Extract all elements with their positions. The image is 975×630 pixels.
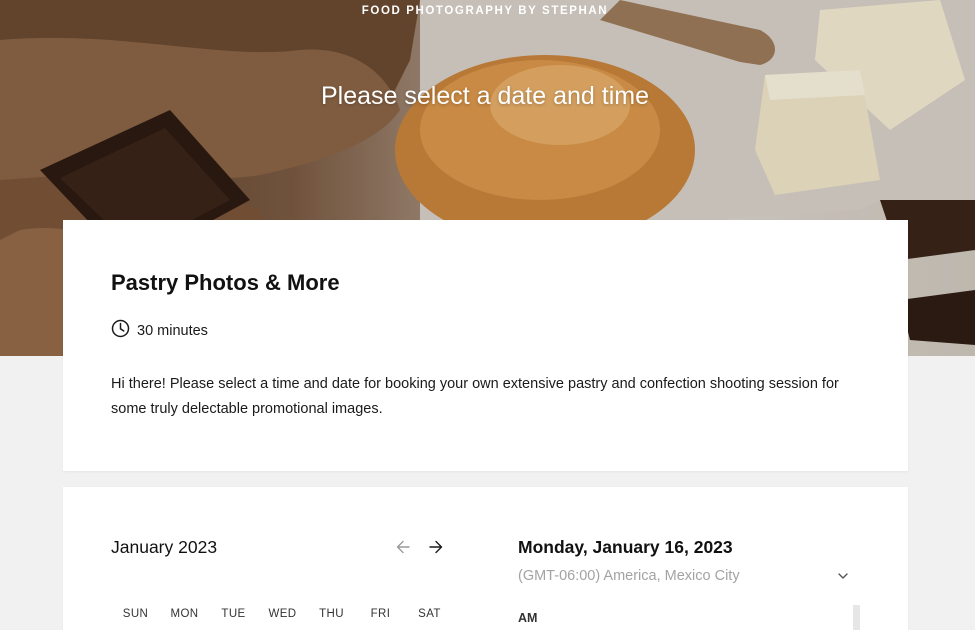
weekday-sun: SUN <box>122 608 149 620</box>
next-month-button[interactable] <box>423 535 449 559</box>
am-period-label: AM <box>518 611 538 625</box>
selected-date-heading: Monday, January 16, 2023 <box>518 537 733 557</box>
weekday-mon: MON <box>170 608 199 620</box>
service-description: Hi there! Please select a time and date … <box>111 376 839 417</box>
month-label: January 2023 <box>111 537 218 557</box>
arrow-right-icon <box>429 540 443 554</box>
weekday-thu: THU <box>319 608 344 620</box>
duration-row: 30 minutes <box>111 319 208 343</box>
booking-calendar-card: January 2023 SUN MON TUE WED THU FRI SAT… <box>63 487 908 630</box>
chevron-down-icon <box>838 573 848 579</box>
service-title: Pastry Photos & More <box>111 270 340 295</box>
clock-icon <box>111 319 130 343</box>
arrow-left-icon <box>396 540 410 554</box>
page-title: Please select a date and time <box>321 82 649 110</box>
duration-text: 30 minutes <box>137 323 208 339</box>
weekday-sat: SAT <box>418 608 441 620</box>
timezone-value: (GMT-06:00) America, Mexico City <box>518 568 740 584</box>
weekday-fri: FRI <box>370 608 391 620</box>
weekday-header-row: SUN MON TUE WED THU FRI SAT <box>111 608 454 620</box>
time-slots-scrollbar[interactable] <box>853 605 860 630</box>
previous-month-button[interactable] <box>390 535 416 559</box>
timezone-select[interactable]: (GMT-06:00) America, Mexico City <box>518 565 850 587</box>
brand-name[interactable]: FOOD PHOTOGRAPHY BY STEPHAN <box>0 5 970 17</box>
service-info-card: Pastry Photos & More 30 minutes Hi there… <box>63 220 908 471</box>
weekday-wed: WED <box>268 608 297 620</box>
weekday-tue: TUE <box>221 608 246 620</box>
